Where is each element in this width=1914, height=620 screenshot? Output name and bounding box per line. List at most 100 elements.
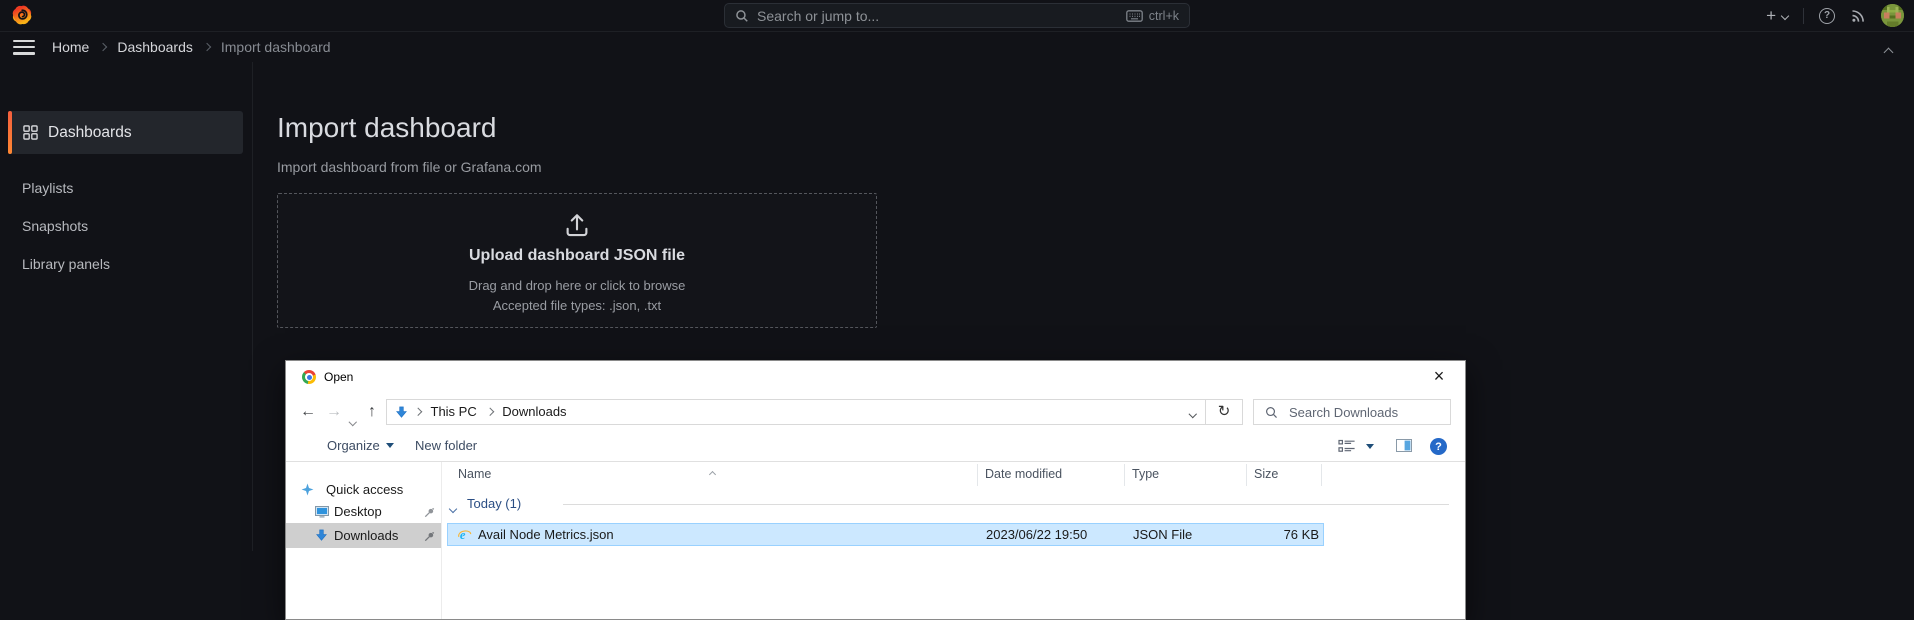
grafana-logo-icon[interactable] [11, 4, 33, 26]
refresh-button[interactable]: ↻ [1206, 399, 1243, 425]
group-collapse-button[interactable] [450, 500, 456, 515]
address-crumb-downloads[interactable]: Downloads [493, 400, 575, 424]
breadcrumb: Home Dashboards Import dashboard [52, 32, 331, 62]
sidebar-item-playlists[interactable]: Playlists [22, 180, 73, 200]
preview-pane-icon [1396, 439, 1412, 452]
pane-separator [441, 462, 442, 619]
organize-button[interactable]: Organize [327, 438, 394, 453]
grafana-topbar: Search or jump to... ctrl+k + ? [0, 0, 1914, 32]
breadcrumb-dashboards[interactable]: Dashboards [117, 39, 193, 55]
forward-button[interactable]: → [326, 400, 342, 424]
downloads-folder-icon [395, 406, 408, 419]
address-bar[interactable]: This PC Downloads [386, 399, 1206, 425]
topbar-divider [1803, 8, 1804, 24]
view-mode-button[interactable] [1338, 439, 1374, 453]
upload-accepted-types: Accepted file types: .json, .txt [278, 298, 876, 313]
search-icon [735, 9, 749, 23]
pin-icon[interactable] [424, 506, 435, 521]
column-header-date-modified[interactable]: Date modified [985, 467, 1062, 481]
search-placeholder: Search or jump to... [757, 8, 879, 24]
column-separator[interactable] [1321, 464, 1322, 486]
history-dropdown-button[interactable] [350, 408, 356, 432]
dialog-search-input[interactable] [1287, 404, 1439, 421]
address-dropdown-button[interactable] [1181, 405, 1205, 420]
dialog-titlebar[interactable]: Open × [286, 361, 1465, 393]
chevron-right-icon [99, 43, 107, 51]
sidebar: Dashboards Playlists Snapshots Library p… [0, 62, 253, 551]
page-subtitle: Import dashboard from file or Grafana.co… [277, 159, 542, 175]
new-folder-button[interactable]: New folder [415, 438, 477, 453]
upload-dropzone[interactable]: Upload dashboard JSON file Drag and drop… [277, 193, 877, 328]
group-header-rule [563, 504, 1449, 505]
user-avatar[interactable] [1881, 4, 1904, 27]
desktop-icon [315, 506, 329, 521]
column-separator[interactable] [977, 464, 978, 486]
close-button[interactable]: × [1423, 365, 1455, 389]
up-button[interactable]: ↑ [368, 400, 376, 424]
topbar-actions: + ? [1766, 0, 1904, 31]
svg-text:e: e [460, 528, 466, 542]
search-input[interactable]: Search or jump to... ctrl+k [724, 3, 1190, 28]
pin-icon[interactable] [424, 530, 435, 545]
sidebar-item-label: Dashboards [48, 124, 132, 142]
dialog-help-button[interactable]: ? [1430, 438, 1447, 455]
nav-pane-quick-access[interactable]: Quick access [286, 478, 441, 502]
help-icon: ? [1430, 438, 1447, 455]
menu-toggle-button[interactable] [13, 40, 35, 55]
chevron-up-icon [1884, 48, 1894, 58]
new-menu-button[interactable]: + [1766, 6, 1788, 26]
sidebar-item-dashboards[interactable]: Dashboards [8, 111, 243, 154]
nav-pane-label: Quick access [326, 482, 403, 497]
sidebar-item-snapshots[interactable]: Snapshots [22, 218, 88, 238]
apps-grid-icon [23, 125, 38, 140]
file-name: Avail Node Metrics.json [478, 527, 614, 542]
sort-ascending-icon [710, 465, 715, 480]
caret-down-icon [1366, 444, 1374, 449]
dialog-searchbox[interactable] [1253, 399, 1451, 425]
nav-pane-label: Downloads [334, 528, 398, 543]
collapse-topbar-button[interactable] [1885, 43, 1892, 61]
upload-drag-hint: Drag and drop here or click to browse [278, 278, 876, 293]
preview-pane-button[interactable] [1396, 439, 1412, 452]
chevron-down-icon [1189, 410, 1197, 418]
active-accent-bar [8, 111, 12, 154]
back-button[interactable]: ← [300, 400, 316, 424]
dialog-title: Open [324, 370, 353, 384]
breadcrumb-current: Import dashboard [221, 39, 331, 55]
chrome-icon [302, 370, 316, 384]
column-separator[interactable] [1246, 464, 1247, 486]
keyboard-icon [1126, 10, 1143, 22]
help-button[interactable]: ? [1819, 8, 1835, 24]
json-file-icon: e [457, 527, 472, 545]
downloads-icon [315, 529, 328, 545]
breadcrumb-bar: Home Dashboards Import dashboard [0, 32, 1914, 62]
column-header-size[interactable]: Size [1254, 467, 1278, 481]
open-file-dialog: Open × ← → ↑ This PC Downloads ↻ [285, 360, 1466, 620]
nav-pane-downloads[interactable]: Downloads [286, 523, 441, 548]
search-shortcut: ctrl+k [1126, 9, 1179, 23]
details-view-icon [1338, 439, 1356, 453]
column-header-name[interactable]: Name [458, 467, 491, 481]
address-crumb-this-pc[interactable]: This PC [422, 400, 486, 424]
file-size: 76 KB [1243, 527, 1319, 542]
nav-pane-label: Desktop [334, 504, 382, 519]
file-date-modified: 2023/06/22 19:50 [986, 527, 1087, 542]
column-header-type[interactable]: Type [1132, 467, 1159, 481]
file-type: JSON File [1133, 527, 1192, 542]
shortcut-label: ctrl+k [1149, 9, 1179, 23]
column-separator[interactable] [1124, 464, 1125, 486]
chevron-down-icon [1781, 11, 1789, 19]
file-row-avail-node-metrics[interactable]: e Avail Node Metrics.json 2023/06/22 19:… [447, 523, 1324, 546]
chevron-down-icon [349, 417, 357, 425]
new-folder-label: New folder [415, 438, 477, 453]
group-header-label[interactable]: Today (1) [467, 496, 521, 511]
upload-icon [278, 210, 876, 245]
sidebar-item-library-panels[interactable]: Library panels [22, 256, 110, 276]
page-title: Import dashboard [277, 112, 496, 144]
chevron-right-icon [203, 43, 211, 51]
dialog-toolbar: Organize New folder ? [286, 431, 1465, 462]
nav-pane-desktop[interactable]: Desktop [286, 500, 441, 524]
news-button[interactable] [1850, 8, 1866, 24]
breadcrumb-home[interactable]: Home [52, 39, 89, 55]
upload-heading: Upload dashboard JSON file [278, 247, 876, 265]
